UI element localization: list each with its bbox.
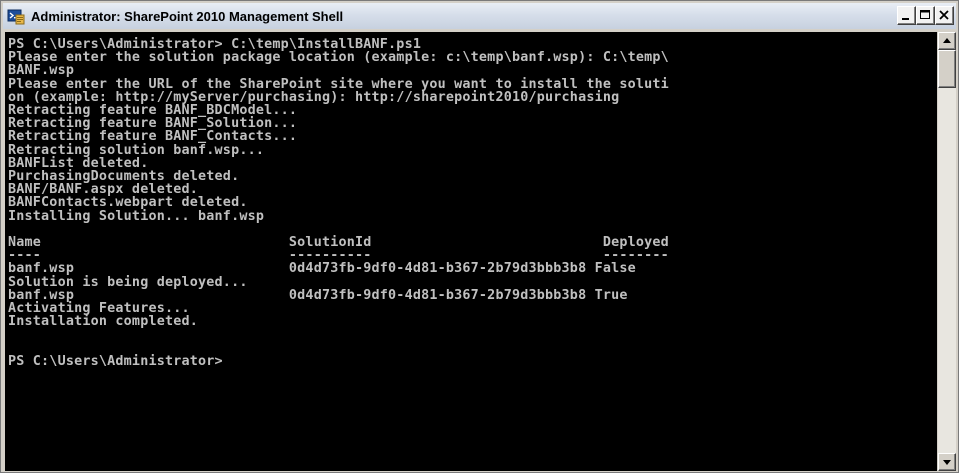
console-text: PS C:\Users\Administrator> C:\temp\Insta… (5, 32, 937, 368)
console-line: Installation completed. (8, 314, 199, 330)
maximize-button[interactable] (916, 6, 935, 25)
maximize-icon (920, 10, 930, 19)
close-icon (939, 10, 949, 20)
console-line: Please enter the solution package locati… (8, 50, 669, 66)
console-line: PS C:\Users\Administrator> (8, 353, 223, 369)
window-title: Administrator: SharePoint 2010 Managemen… (31, 8, 344, 24)
title-bar[interactable]: Administrator: SharePoint 2010 Managemen… (3, 3, 956, 29)
minimize-button[interactable] (897, 6, 916, 25)
vertical-scrollbar[interactable] (938, 32, 956, 471)
scroll-down-button[interactable] (938, 453, 956, 471)
close-button[interactable] (935, 6, 954, 25)
scroll-thumb[interactable] (938, 50, 956, 88)
powershell-window: Administrator: SharePoint 2010 Managemen… (0, 0, 959, 473)
scroll-up-arrow-icon (943, 38, 951, 43)
scroll-up-button[interactable] (938, 32, 956, 50)
console-line: Installing Solution... banf.wsp (8, 208, 265, 224)
powershell-icon[interactable] (7, 7, 25, 25)
minimize-icon (902, 18, 909, 20)
window-controls (897, 6, 954, 25)
scroll-down-arrow-icon (943, 460, 951, 465)
console-output[interactable]: PS C:\Users\Administrator> C:\temp\Insta… (5, 32, 937, 471)
